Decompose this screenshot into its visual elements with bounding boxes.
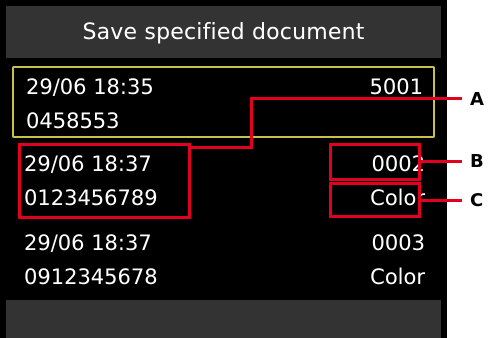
document-list-item[interactable]: 29/06 18:37 0912345678 0003 Color xyxy=(12,224,435,296)
callout-b-line xyxy=(421,160,462,163)
entry-fax-number: 0458553 xyxy=(26,109,120,133)
document-list-item-selected[interactable]: 29/06 18:35 0458553 5001 xyxy=(12,66,435,138)
callout-a-line-vertical xyxy=(250,97,253,149)
callout-c-label: C xyxy=(470,190,484,211)
entry-datetime: 29/06 18:37 xyxy=(24,231,152,255)
page-title: Save specified document xyxy=(82,19,365,45)
callout-c-box xyxy=(329,182,421,218)
entry-fax-number: 0912345678 xyxy=(24,265,158,289)
entry-color-mode: Color xyxy=(370,265,425,289)
callout-b-label: B xyxy=(470,151,484,172)
entry-datetime: 29/06 18:35 xyxy=(26,75,154,99)
title-bar: Save specified document xyxy=(6,6,441,58)
callout-a-line-horizontal xyxy=(250,97,462,100)
callout-c-line xyxy=(421,199,462,202)
bottom-bar xyxy=(6,300,441,338)
entry-reference-number: 0003 xyxy=(371,231,425,255)
callout-a-line-elbow xyxy=(190,146,253,149)
callout-b-box xyxy=(329,143,421,181)
callout-a-box xyxy=(18,143,191,219)
callout-a-label: A xyxy=(470,89,484,110)
